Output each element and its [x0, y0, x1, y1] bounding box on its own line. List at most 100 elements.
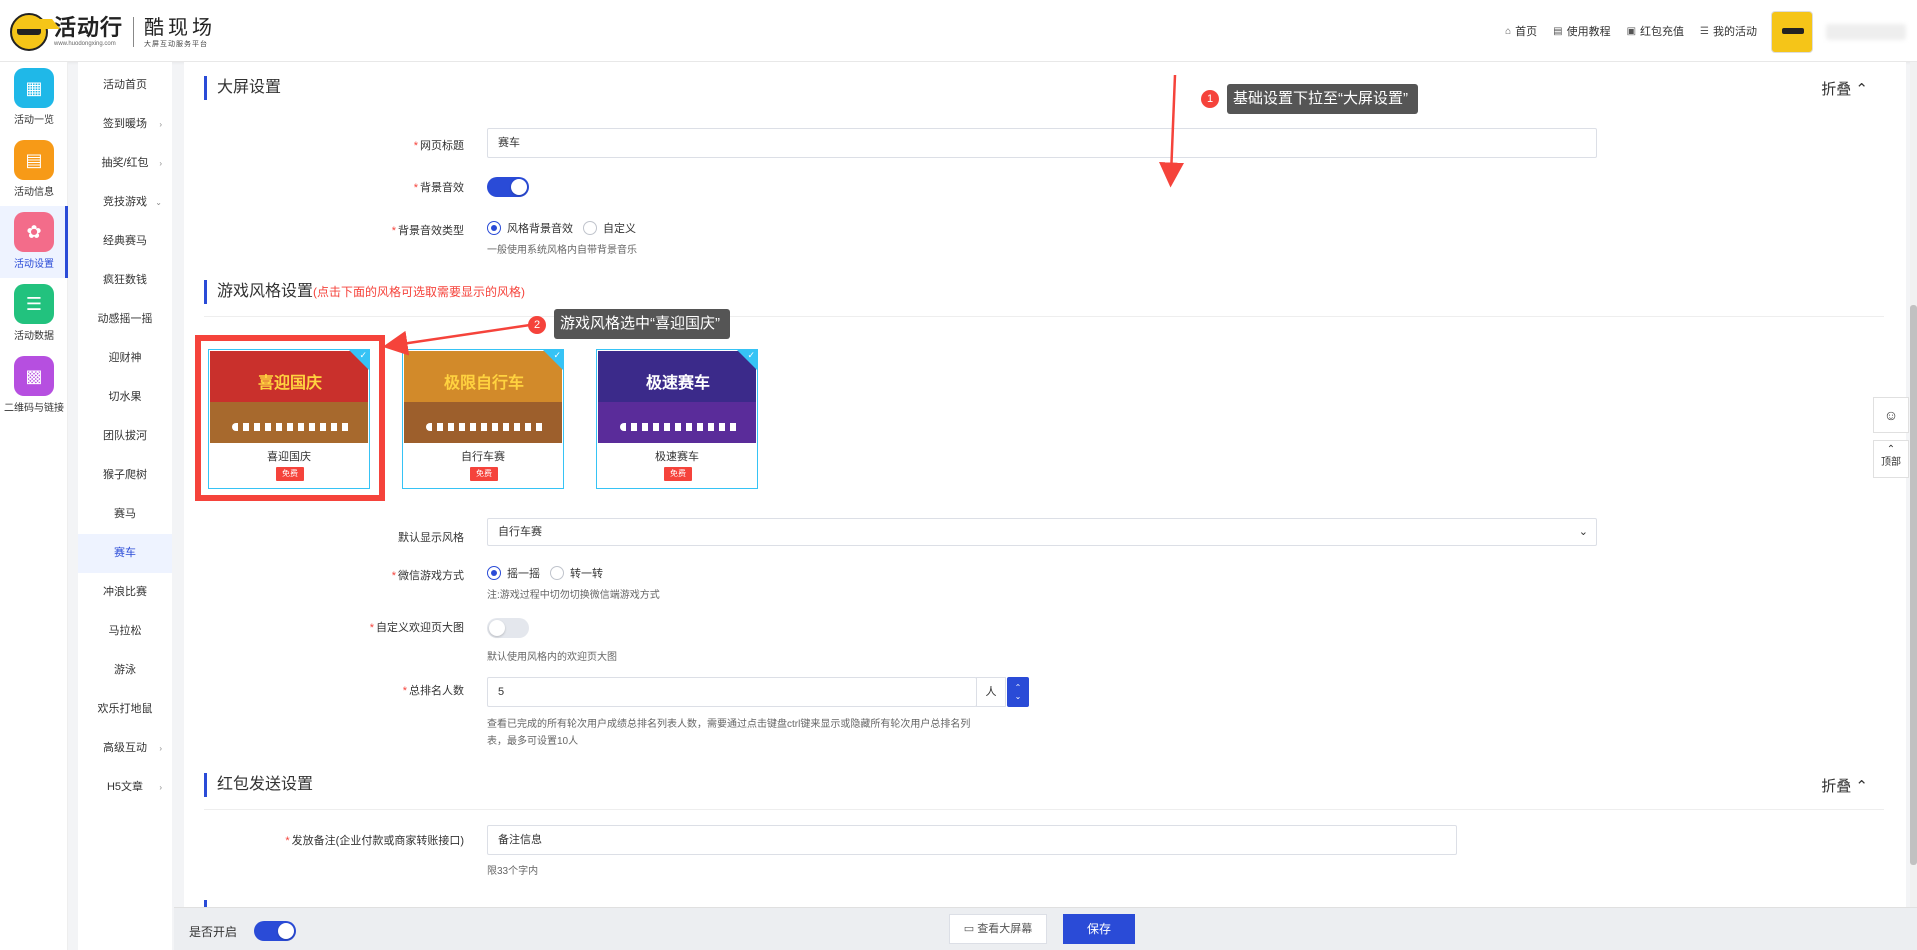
rank-label: * 总排名人数: [402, 685, 464, 697]
menu-item[interactable]: 赛车: [78, 534, 172, 573]
monitor-icon: ▭: [963, 923, 975, 935]
page-title-input[interactable]: 赛车: [487, 128, 1597, 158]
radio-custom-sound[interactable]: 自定义: [583, 220, 636, 236]
redpacket-note-help: 限33个字内: [487, 866, 539, 877]
menu-item[interactable]: 迎财神: [78, 339, 172, 378]
chevron-up-icon: ⌃: [1014, 683, 1022, 692]
menu-item[interactable]: 欢乐打地鼠: [78, 690, 172, 729]
menu-item[interactable]: 冲浪比赛: [78, 573, 172, 612]
list-icon: ☰: [1700, 25, 1709, 37]
logo[interactable]: 活动行 www.huodongxing.com 酷现场 大屏互动服务平台: [10, 12, 216, 52]
menu-item[interactable]: H5文章 ›: [78, 768, 172, 807]
logo-divider: [133, 17, 135, 47]
step1-number: 1: [1201, 90, 1219, 108]
menu-item[interactable]: 切水果: [78, 378, 172, 417]
rank-input[interactable]: 5: [487, 677, 977, 707]
menu-item[interactable]: 动感摇一摇: [78, 300, 172, 339]
sidebar-item-info[interactable]: ▤ 活动信息: [0, 134, 68, 206]
custom-welcome-help: 默认使用风格内的欢迎页大图: [487, 652, 617, 663]
gear-icon: ✿: [14, 212, 54, 252]
menu-item[interactable]: 经典赛马: [78, 222, 172, 261]
menu-item[interactable]: 竞技游戏 ⌄: [78, 183, 172, 222]
enable-label: 是否开启: [189, 925, 238, 939]
menu-item[interactable]: 团队拔河: [78, 417, 172, 456]
radio-rotate[interactable]: 转一转: [550, 565, 603, 581]
username[interactable]: [1826, 24, 1906, 40]
chevron-icon: ›: [159, 120, 162, 129]
style-card-racing[interactable]: 极速赛车 ✓ 极速赛车 免费: [596, 349, 758, 489]
bg-sound-type-label: * 背景音效类型: [391, 225, 464, 237]
bg-sound-toggle[interactable]: [487, 177, 529, 197]
sidebar-item-settings[interactable]: ✿ 活动设置: [0, 206, 68, 278]
redpacket-title: 红包发送设置: [204, 773, 313, 797]
menu-item[interactable]: 签到暖场 ›: [78, 105, 172, 144]
menu-item[interactable]: 活动首页: [78, 66, 172, 105]
rank-unit: 人: [976, 677, 1006, 707]
custom-welcome-label: * 自定义欢迎页大图: [369, 622, 464, 634]
home-icon: ⌂: [1505, 25, 1512, 37]
menu-item[interactable]: 疯狂数钱: [78, 261, 172, 300]
redpacket-note-input[interactable]: 备注信息: [487, 825, 1457, 855]
logo-url: www.huodongxing.com: [54, 41, 116, 47]
menu-item[interactable]: 猴子爬树: [78, 456, 172, 495]
radio-shake[interactable]: 摇一摇: [487, 565, 540, 581]
default-style-select[interactable]: 自行车赛 ⌄: [487, 518, 1597, 546]
customer-service-icon[interactable]: ☺: [1873, 397, 1909, 433]
step2-number: 2: [528, 316, 546, 334]
sidebar-item-overview[interactable]: ▦ 活动一览: [0, 62, 68, 134]
avatar[interactable]: [1771, 11, 1813, 53]
grid-icon: ▦: [14, 68, 54, 108]
default-style-label: 默认显示风格: [398, 532, 464, 544]
brand-name: 酷现场: [144, 16, 217, 39]
divider: [204, 316, 1884, 317]
sidebar-item-data[interactable]: ☰ 活动数据: [0, 278, 68, 350]
rank-stepper[interactable]: ⌃ ⌄: [1007, 677, 1029, 707]
redpacket-icon: ▣: [1626, 25, 1637, 37]
chevron-icon: ›: [159, 159, 162, 168]
style-card-bicycle[interactable]: 极限自行车 ✓ 自行车赛 免费: [402, 349, 564, 489]
view-screen-button[interactable]: ▭ 查看大屏幕: [949, 914, 1047, 944]
menu-item[interactable]: 抽奖/红包 ›: [78, 144, 172, 183]
brand-tagline: 大屏互动服务平台: [144, 40, 209, 48]
chevron-icon: ›: [159, 783, 162, 792]
step2-callout: 游戏风格选中“喜迎国庆”: [554, 309, 730, 339]
custom-welcome-toggle[interactable]: [487, 618, 529, 638]
database-icon: ☰: [14, 284, 54, 324]
bg-sound-type-radios: 风格背景音效 自定义: [487, 220, 636, 236]
menu-item[interactable]: 高级互动 ›: [78, 729, 172, 768]
nav-my-events[interactable]: ☰ 我的活动: [1700, 23, 1757, 39]
back-to-top-button[interactable]: ⌃ 顶部: [1873, 440, 1909, 478]
bg-sound-label: * 背景音效: [413, 182, 464, 194]
top-nav: ⌂ 首页 ▤ 使用教程 ▣ 红包充值 ☰ 我的活动: [1505, 23, 1757, 39]
next-section-title: [204, 900, 217, 907]
check-icon: ✓: [747, 350, 755, 360]
bg-sound-help: 一般使用系统风格内自带背景音乐: [487, 245, 637, 256]
document-icon: ▤: [14, 140, 54, 180]
screen-settings-title: 大屏设置: [204, 76, 281, 100]
sub-menu: 活动首页 签到暖场 › 抽奖/红包 › 竞技游戏 ⌄ 经典赛马 疯狂数钱 动感摇一摇 迎财神 切水果团…: [78, 62, 172, 950]
sidebar-item-qrcode[interactable]: ▩ 二维码与链接: [0, 350, 68, 422]
arrow-up-icon: ⌃: [1886, 444, 1896, 455]
chevron-icon: ›: [159, 744, 162, 753]
radio-style-sound[interactable]: 风格背景音效: [487, 220, 573, 236]
menu-item[interactable]: 游泳: [78, 651, 172, 690]
menu-item[interactable]: 赛马: [78, 495, 172, 534]
redpacket-note-label: * 发放备注(企业付款或商家转账接口): [285, 835, 464, 847]
logo-text: 活动行: [54, 15, 124, 40]
screen-settings-fold-button[interactable]: 折叠 ⌃: [1821, 78, 1868, 99]
nav-home[interactable]: ⌂ 首页: [1505, 23, 1537, 39]
rank-help-line1: 查看已完成的所有轮次用户成绩总排名列表人数，需要通过点击键盘ctrl键来显示或隐…: [487, 719, 971, 730]
redpacket-fold-button[interactable]: 折叠 ⌃: [1821, 775, 1868, 796]
scrollbar-thumb[interactable]: [1910, 305, 1917, 865]
book-icon: ▤: [1553, 25, 1563, 37]
enable-toggle[interactable]: [254, 921, 296, 941]
divider: [204, 809, 1884, 810]
free-badge: 免费: [470, 467, 498, 481]
style-card-name: 自行车赛: [461, 451, 505, 463]
annotation-highlight-box: [195, 335, 385, 501]
nav-recharge[interactable]: ▣ 红包充值: [1627, 23, 1684, 39]
chevron-down-icon: ⌄: [1578, 526, 1588, 538]
menu-item[interactable]: 马拉松: [78, 612, 172, 651]
nav-tutorial[interactable]: ▤ 使用教程: [1553, 23, 1610, 39]
save-button[interactable]: 保存: [1063, 914, 1135, 944]
